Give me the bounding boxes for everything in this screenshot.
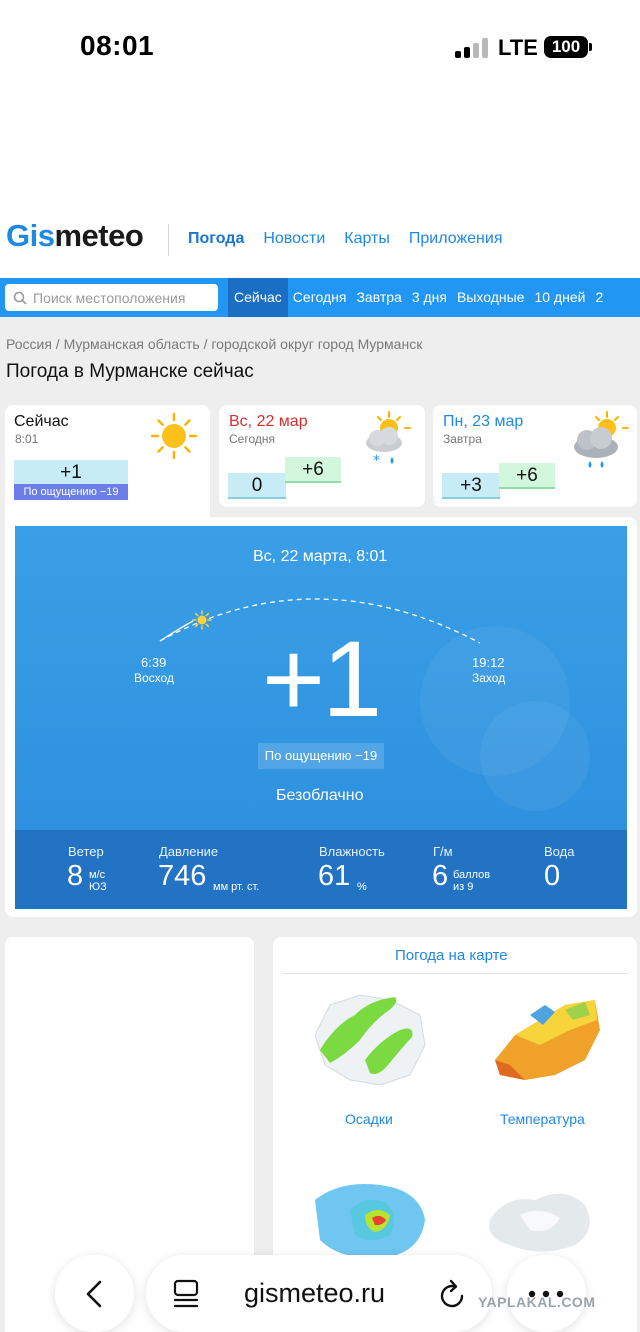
today-label: Сегодня (229, 432, 275, 446)
nav-weather[interactable]: Погода (188, 230, 244, 248)
sun-cloud-snow-rain-icon: * (366, 411, 411, 469)
logo-part-1: Gis (6, 218, 55, 253)
tab-tomorrow[interactable]: Завтра (351, 278, 406, 317)
current-condition: Безоблачно (276, 787, 364, 804)
current-datetime: Вс, 22 марта, 8:01 (253, 548, 388, 565)
reload-icon[interactable] (438, 1278, 468, 1310)
search-box[interactable] (5, 284, 218, 311)
now-temp: +1 (14, 460, 128, 486)
water-label: Вода (544, 844, 575, 859)
tab-today[interactable]: Сегодня (288, 278, 352, 317)
humidity-value: 61 (318, 860, 351, 892)
wind-map-thumbnail[interactable] (310, 1180, 430, 1260)
now-time: 8:01 (15, 432, 39, 446)
wind-direction: ЮЗ (89, 881, 107, 893)
sunrise-label: Восход (134, 671, 174, 685)
map-divider (283, 973, 628, 974)
tab-now[interactable]: Сейчас (228, 278, 288, 317)
signal-icon (455, 38, 489, 58)
water-value: 0 (544, 860, 561, 892)
nav-maps[interactable]: Карты (344, 230, 390, 248)
map-section-title[interactable]: Погода на карте (395, 947, 508, 964)
status-time: 08:01 (80, 30, 155, 61)
wind-unit: м/с (89, 869, 106, 881)
geomagnetic-label: Г/м (433, 844, 453, 859)
page-title: Погода в Мурманске сейчас (6, 361, 254, 382)
nav-news[interactable]: Новости (263, 230, 325, 248)
wind-label: Ветер (68, 844, 104, 859)
tab-3-days[interactable]: 3 дня (407, 278, 452, 317)
precipitation-map-thumbnail[interactable] (300, 985, 440, 1095)
geomagnetic-value: 6 (432, 860, 449, 892)
tab-10-days[interactable]: 10 дней (529, 278, 590, 317)
current-feels-like: По ощущению −19 (258, 743, 384, 769)
pressure-unit: мм рт. ст. (213, 881, 260, 893)
today-date: Вс, 22 мар (229, 413, 308, 430)
sun-cloud-rain-icon (574, 411, 629, 468)
main-nav: Погода Новости Карты Приложения (188, 230, 502, 248)
breadcrumb[interactable]: Россия / Мурманская область / городской … (6, 336, 422, 352)
geomagnetic-scale: из 9 (453, 881, 474, 893)
today-temp-min: 0 (228, 473, 286, 499)
now-title: Сейчас (14, 413, 69, 430)
forecast-tabs: Сейчас Сегодня Завтра 3 дня Выходные 10 … (228, 278, 608, 317)
sunset-label: Заход (472, 671, 506, 685)
now-card[interactable]: Сейчас 8:01 +1 (5, 405, 210, 517)
geomagnetic-unit: баллов (453, 869, 491, 881)
logo-part-2: meteo (54, 218, 144, 253)
nav-apps[interactable]: Приложения (409, 230, 503, 248)
sunrise-time: 6:39 (141, 655, 167, 670)
pressure-label: Давление (159, 844, 219, 859)
tomorrow-label: Завтра (443, 432, 482, 446)
tab-2-weeks[interactable]: 2 (590, 278, 608, 317)
search-input[interactable] (33, 289, 203, 306)
tab-weekend[interactable]: Выходные (452, 278, 529, 317)
gismeteo-logo[interactable]: Gismeteo (6, 218, 144, 254)
sun-icon (150, 412, 198, 460)
header-divider (168, 224, 169, 256)
battery-tip (589, 43, 592, 51)
precipitation-map-label[interactable]: Осадки (345, 1111, 393, 1127)
current-temperature: +1 (262, 618, 382, 739)
wind-value: 8 (67, 860, 84, 892)
tomorrow-date: Пн, 23 мар (443, 413, 524, 430)
today-card[interactable]: Вс, 22 мар Сегодня * 0 +6 (219, 405, 425, 507)
search-icon (13, 291, 27, 305)
url-text[interactable]: gismeteo.ru (244, 1278, 385, 1309)
browser-back-button[interactable] (55, 1255, 134, 1332)
temperature-map-label[interactable]: Температура (500, 1111, 585, 1127)
tomorrow-card[interactable]: Пн, 23 мар Завтра +3 +6 (433, 405, 637, 507)
tomorrow-temp-max: +6 (499, 463, 555, 489)
chevron-left-icon (86, 1280, 102, 1308)
humidity-label: Влажность (319, 844, 385, 859)
tomorrow-temp-min: +3 (442, 473, 500, 499)
sunset-time: 19:12 (472, 655, 505, 670)
now-feels-like: По ощущению −19 (14, 484, 128, 500)
battery-icon: 100 (544, 36, 588, 58)
cloud-map-thumbnail[interactable] (480, 1180, 600, 1260)
svg-text:*: * (373, 453, 380, 469)
watermark: YAPLAKAL.COM (478, 1294, 596, 1310)
tabs-icon (173, 1279, 199, 1308)
today-temp-max: +6 (285, 457, 341, 483)
network-type: LTE (498, 35, 538, 60)
temperature-map-thumbnail[interactable] (485, 990, 605, 1090)
pressure-value: 746 (158, 860, 207, 892)
humidity-unit: % (357, 881, 367, 893)
